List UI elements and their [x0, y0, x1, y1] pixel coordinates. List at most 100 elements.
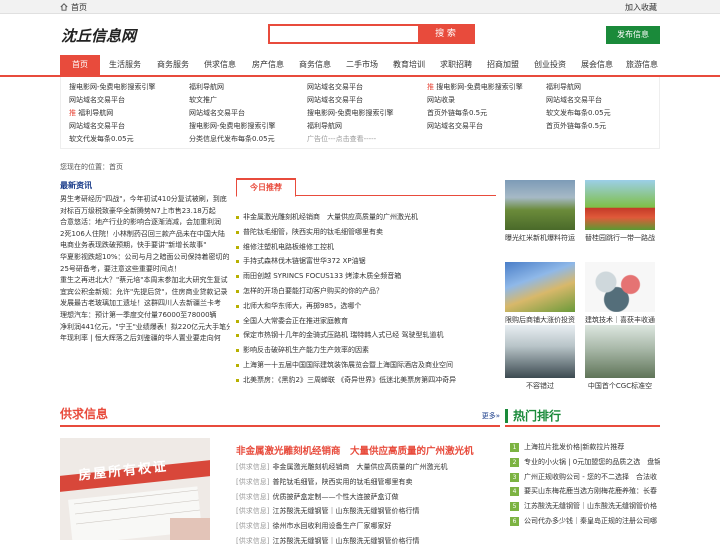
photo-card[interactable]: 替桂园跳行一带一路战 — [585, 180, 655, 243]
link-item[interactable]: 福利导航网 — [307, 121, 342, 131]
list-item[interactable]: 全国人大常委会正在推进家庭教育 — [236, 314, 496, 329]
link-item[interactable]: 首页外链每条0.5元 — [427, 108, 487, 118]
ranking-item[interactable]: 4 要买山东梅花鹿当选方刚梅花鹿养殖：长春 — [510, 484, 660, 499]
news-item[interactable]: 宜宾公积金新规：允许"先提后贷"，住房商业贷款记录 — [60, 287, 230, 299]
link-item[interactable]: 网站域名交易平台 — [189, 108, 245, 118]
list-item[interactable]: [供求信息] 优质披萨盒定制——个性大连披萨盒订做 — [236, 490, 496, 505]
photo-caption: 建筑技术｜喜获丰收通 — [585, 316, 655, 324]
list-item[interactable]: 非金属激光雕刻机经销商 大量供应高质量的广州激光机 — [236, 210, 496, 225]
link-item[interactable]: 网站收录 — [427, 95, 455, 105]
supply-feature-image[interactable]: 房屋所有权证 — [60, 438, 210, 540]
nav-travel[interactable]: 旅游信息 — [620, 55, 664, 75]
ranking-item[interactable]: 6 公司代办多少钱｜秦皇岛正规的注册公司哪 — [510, 514, 660, 529]
home-icon — [60, 3, 68, 11]
photo-card[interactable]: 不容错过 — [505, 325, 575, 391]
rank-badge: 1 — [510, 443, 519, 452]
list-item[interactable]: 北师大和华东师大，再掷985，选哪个 — [236, 299, 496, 314]
news-item[interactable]: 华夏影视跌超10%：公司与月之暗面公司保持着密切的 — [60, 252, 230, 264]
search-input[interactable] — [270, 26, 420, 42]
news-item[interactable]: 净利润441亿元，"宁王"业绩爆表！拟220亿元大手笔分 — [60, 322, 230, 334]
nav-exhibition[interactable]: 展会信息 — [575, 55, 619, 75]
nav-property[interactable]: 房产信息 — [246, 55, 290, 75]
link-item[interactable]: 推 搜电影网-免费电影搜索引擎 — [427, 82, 523, 92]
link-item[interactable]: 福利导航网 — [546, 82, 581, 92]
photo-image — [505, 262, 575, 312]
site-logo[interactable]: 沈丘信息网 — [61, 25, 136, 46]
news-item[interactable]: 电商业务表现跌破预期，快手要讲"新增长故事" — [60, 240, 230, 252]
photo-caption: 曝光红米新机爆料符运 — [505, 234, 575, 242]
photo-card[interactable]: 限购后商铺大涨价投资 — [505, 262, 575, 325]
nav-secondhand[interactable]: 二手市场 — [340, 55, 384, 75]
list-item[interactable]: 北美票房：《黑豹2》三周蝉联 《奇异世界》低迷北美票房第四冲奇异 — [236, 373, 496, 388]
list-item[interactable]: 影响反击破碎机生产能力生产效率的因素 — [236, 343, 496, 358]
link-item[interactable]: 推 福利导航网 — [69, 108, 113, 118]
link-item[interactable]: 网站域名交易平台 — [307, 82, 363, 92]
link-item[interactable]: 分类信息代发布每条0.05元 — [189, 134, 275, 144]
list-item[interactable]: [供求信息] 普陀钛毛细管，陕西实用的钛毛细管哪里有卖 — [236, 475, 496, 490]
nav-business-info[interactable]: 商务信息 — [293, 55, 337, 75]
list-item[interactable]: 雨田创越 SYRINCS FOCUS133 烤漆木质全频音箱 — [236, 269, 496, 284]
nav-business-service[interactable]: 商务服务 — [151, 55, 195, 75]
news-item[interactable]: 25号研备考，要注意这些重要时间点！ — [60, 264, 230, 276]
photo-card[interactable]: 建筑技术｜喜获丰收通 — [585, 262, 655, 325]
section-marker — [505, 409, 508, 423]
list-item[interactable]: 保定市热钢十几年的金骑式压路机 瑞特韩人式已经 驾驶型轧道机 — [236, 328, 496, 343]
list-item[interactable]: 维修注塑机电路板维修工控机 — [236, 240, 496, 255]
add-favorite-link[interactable]: 加入收藏 — [625, 2, 657, 13]
link-item[interactable]: 网站域名交易平台 — [69, 121, 125, 131]
news-item[interactable]: 合意悠活：地产行业的影响合逐渐消减，会加重利润 — [60, 217, 230, 229]
list-item[interactable]: 上海第一十五届中国国际建筑装饰展览会暨上海国际酒店及商业空间 — [236, 358, 496, 373]
ranking-item[interactable]: 1 上海拉片批发价格|新款拉片推荐 — [510, 440, 660, 455]
photo-caption: 中国首个CGC标准空 — [587, 382, 653, 390]
link-item[interactable]: 软文代发每条0.05元 — [69, 134, 134, 144]
news-item[interactable]: 对标百万级税致豪华全新腾势N7上市售23.18万起 — [60, 206, 230, 218]
link-item[interactable]: 搜电影网-免费电影搜索引擎 — [307, 108, 394, 118]
news-item[interactable]: 年现利率 | 恒大辉落之后刘鉴疆的华人置业要走向何 — [60, 333, 230, 345]
news-item[interactable]: 发展最古老玻璃加工遗址！这群四川人去新疆兰卡考 — [60, 298, 230, 310]
nav-jobs[interactable]: 求职招聘 — [434, 55, 478, 75]
publish-button[interactable]: 发布信息 — [606, 26, 660, 44]
supply-headline[interactable]: 非金属激光雕刻机经销商 大量供应高质量的广州激光机 — [236, 443, 474, 457]
nav-home[interactable]: 首页 — [60, 55, 100, 75]
list-item[interactable]: [供求信息] 江苏酸洗无缝钢管｜山东酸洗无缝钢管价格行情 — [236, 534, 496, 549]
link-item[interactable]: 搜电影网-免费电影搜索引擎 — [189, 121, 276, 131]
home-label: 首页 — [71, 3, 87, 12]
photo-card[interactable]: 曝光红米新机爆料符运 — [505, 180, 575, 243]
link-item[interactable]: 网站域名交易平台 — [546, 95, 602, 105]
list-item[interactable]: 普陀钛毛细管，陕西实用的钛毛细管哪里有卖 — [236, 225, 496, 240]
nav-investment[interactable]: 创业投资 — [528, 55, 572, 75]
ranking-item[interactable]: 5 江苏酸洗无缝钢管｜山东酸洗无缝钢管价格 — [510, 499, 660, 514]
nav-franchise[interactable]: 招商加盟 — [481, 55, 525, 75]
link-item[interactable]: 软文发布每条0.05元 — [546, 108, 611, 118]
link-item[interactable]: 软文推广 — [189, 95, 217, 105]
link-item[interactable]: 网站域名交易平台 — [69, 95, 125, 105]
news-item[interactable]: 2死106人住院！小林制药召回三款产品未在中国大陆 — [60, 229, 230, 241]
nav-supply[interactable]: 供求信息 — [198, 55, 242, 75]
link-item[interactable]: 网站域名交易平台 — [427, 121, 483, 131]
ranking-item[interactable]: 3 广州正规收购公司 - 您的不二选择 合法收 — [510, 470, 660, 485]
list-item[interactable]: [供求信息] 徐州市水回收利用设备生产厂家哪家好 — [236, 519, 496, 534]
nav-life[interactable]: 生活服务 — [103, 55, 147, 75]
list-item[interactable]: [供求信息] 江苏酸洗无缝钢管｜山东酸洗无缝钢管价格行情 — [236, 504, 496, 519]
news-item[interactable]: 理想汽车：预计第一季度交付量76000至78000辆 — [60, 310, 230, 322]
ad-slot-link[interactable]: 广告位---点击查看----- — [307, 134, 376, 144]
news-item[interactable]: 重生之再进北大？"蔡元培"本周末参加北大研究生复试 — [60, 275, 230, 287]
search-box: 搜 索 — [268, 24, 475, 44]
nav-education[interactable]: 教育培训 — [387, 55, 431, 75]
link-item[interactable]: 首页外链每条0.5元 — [546, 121, 606, 131]
supply-section-header: 供求信息 更多» — [60, 405, 500, 427]
link-item[interactable]: 搜电影网-免费电影搜索引擎 — [69, 82, 156, 92]
list-item[interactable]: 手持式森林伐木链锯富世华372 XP油锯 — [236, 254, 496, 269]
list-item[interactable]: [供求信息] 非金属激光雕刻机经销商 大量供应高质量的广州激光机 — [236, 460, 496, 475]
photo-card[interactable]: 中国首个CGC标准空 — [585, 325, 655, 391]
link-item[interactable]: 网站域名交易平台 — [307, 95, 363, 105]
list-item[interactable]: 怎样的开场白要能打动客户购买的你的产品？ — [236, 284, 496, 299]
more-link[interactable]: 更多» — [482, 411, 500, 421]
link-item[interactable]: 福利导航网 — [189, 82, 224, 92]
search-button[interactable]: 搜 索 — [418, 26, 473, 42]
tab-recommend[interactable]: 今日推荐 — [236, 178, 296, 197]
news-item[interactable]: 男生考研经历"四战"，今年初试410分复试被刷，到底 — [60, 194, 230, 206]
hot-ranking-header: 热门排行 — [505, 405, 660, 427]
ranking-item[interactable]: 2 专业的小火锅 | 0元加盟您的品质之选 盘锦 — [510, 455, 660, 470]
home-link[interactable]: 首页 — [60, 2, 87, 13]
